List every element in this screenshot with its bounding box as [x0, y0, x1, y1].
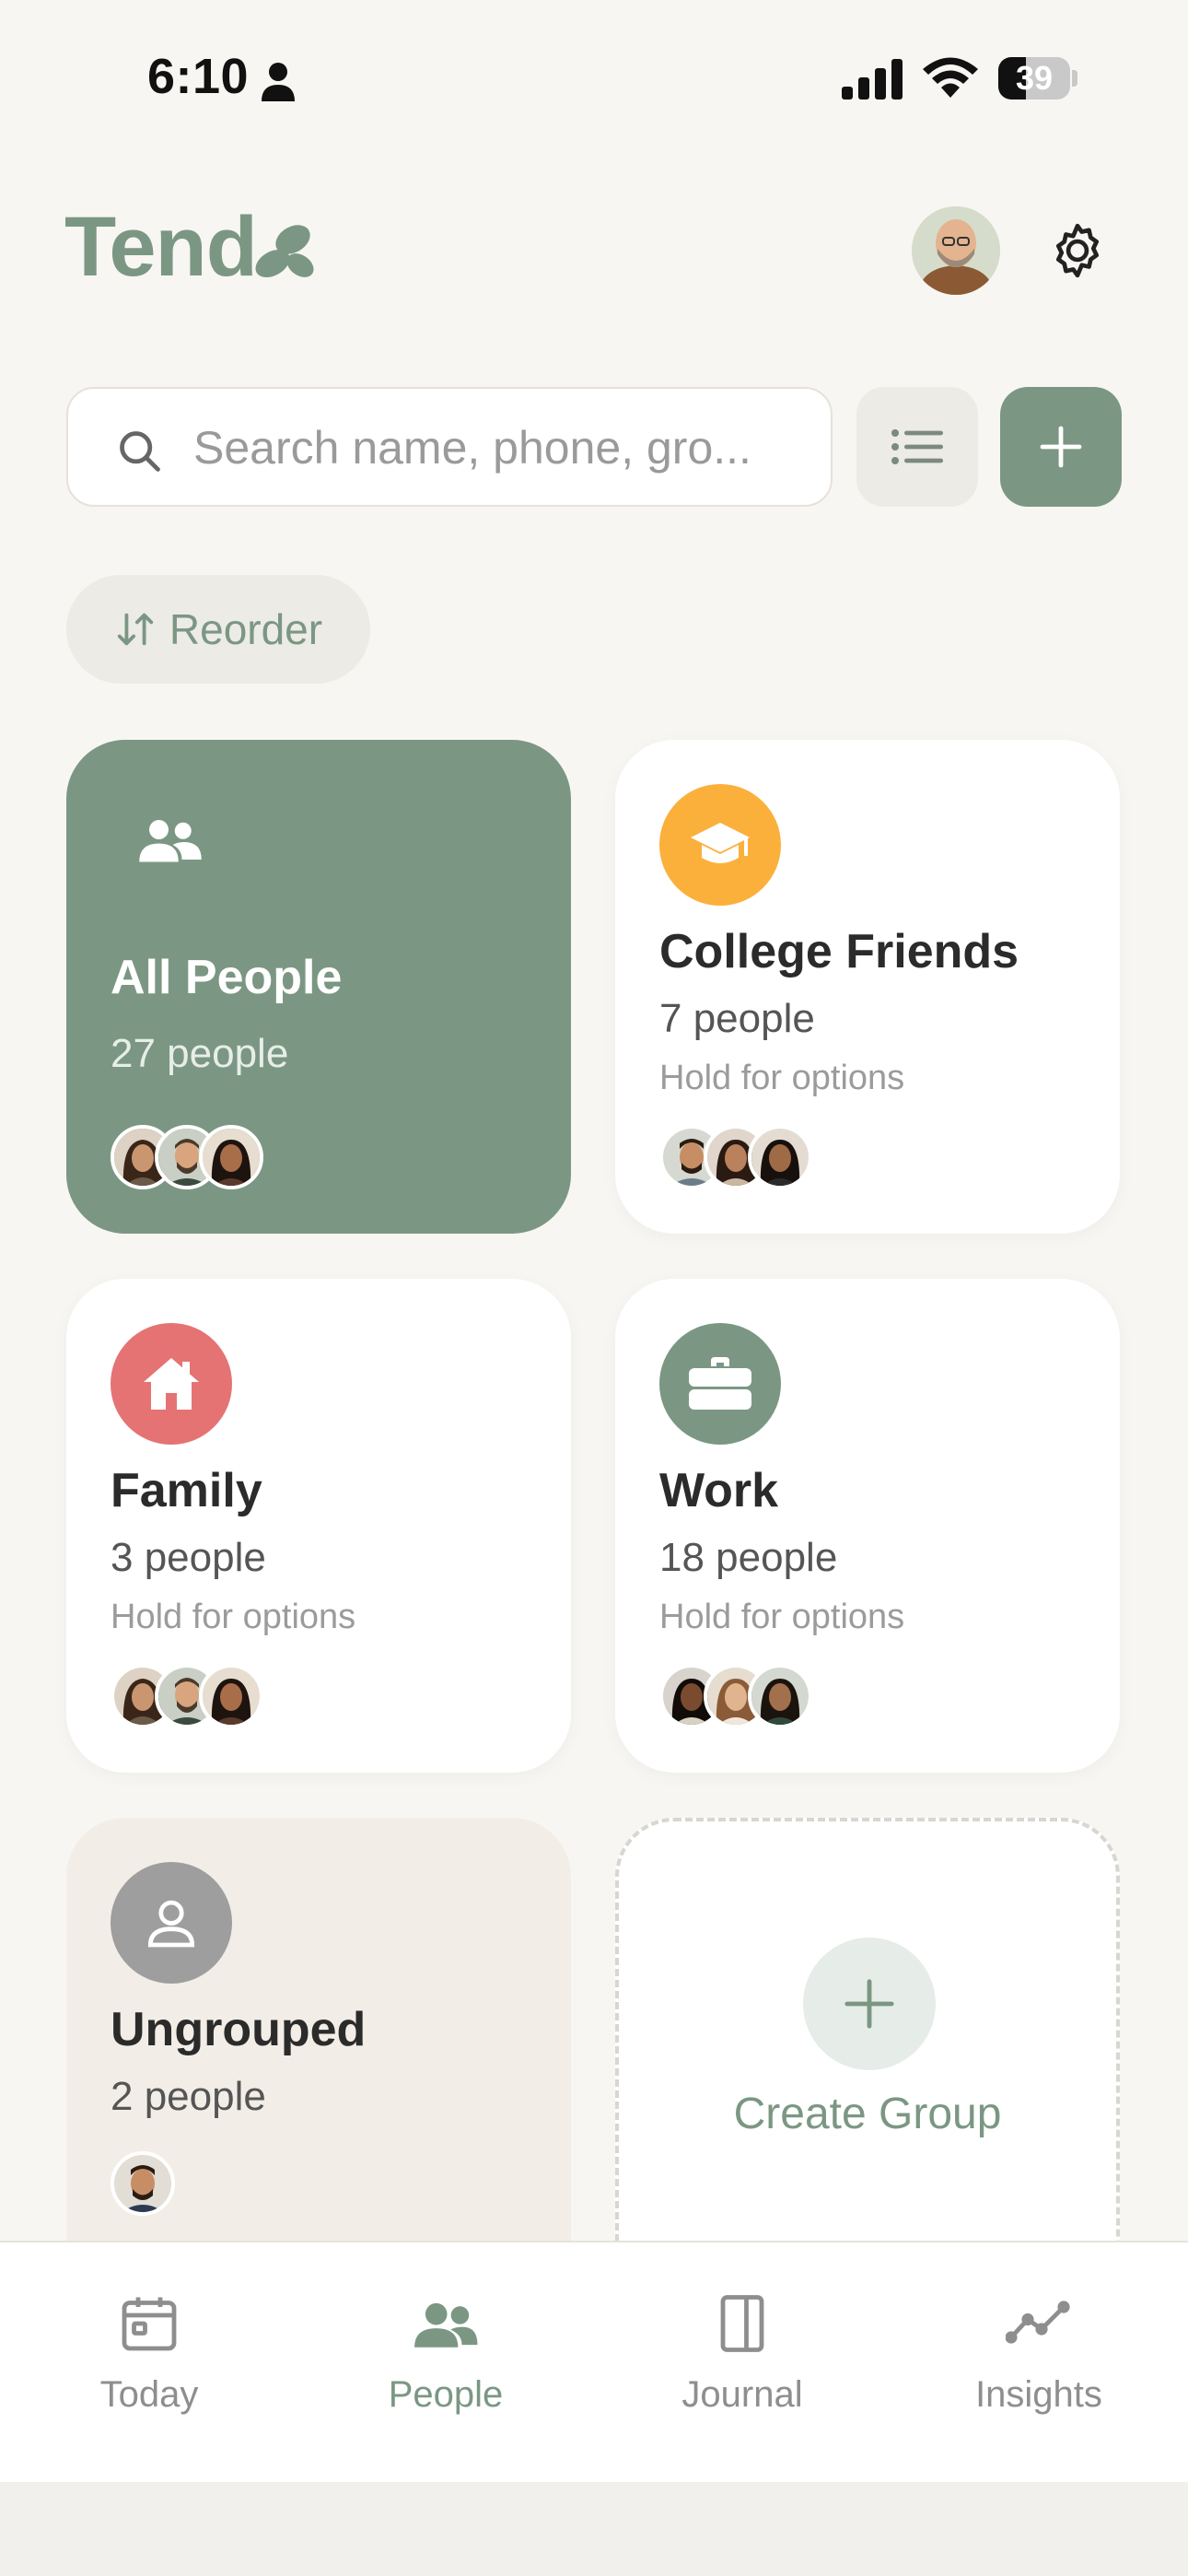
list-icon [891, 429, 943, 464]
people-icon [414, 2302, 478, 2348]
group-count: 27 people [111, 1031, 289, 1076]
group-count: 2 people [111, 2074, 266, 2119]
briefcase-icon [689, 1357, 751, 1410]
group-icon-badge [111, 1862, 232, 1984]
tab-bar: Today People Journal Insights [0, 2241, 1188, 2484]
add-person-button[interactable] [1000, 387, 1122, 507]
create-group-label: Create Group [733, 2090, 1002, 2138]
sort-arrows-icon [117, 613, 154, 646]
tab-label: Journal [681, 2374, 803, 2415]
hold-hint: Hold for options [111, 1598, 356, 1636]
group-card-college-friends[interactable]: College Friends 7 people Hold for option… [615, 740, 1120, 1234]
group-icon-badge [111, 1323, 232, 1445]
home-icon [144, 1358, 199, 1410]
book-icon [720, 2295, 764, 2352]
plus-icon [844, 1979, 894, 2029]
tab-label: Today [99, 2374, 199, 2415]
group-name: Ungrouped [111, 2003, 367, 2056]
tab-label: Insights [975, 2374, 1102, 2415]
person-status-icon [262, 63, 295, 101]
group-name: College Friends [659, 925, 1019, 978]
status-time: 6:10 [147, 49, 250, 104]
hold-hint: Hold for options [659, 1059, 905, 1097]
cellular-signal-icon [842, 59, 903, 100]
member-avatar [748, 1125, 812, 1189]
person-icon [147, 1900, 195, 1948]
graduation-cap-icon [691, 823, 750, 863]
tab-today[interactable]: Today [57, 2290, 241, 2416]
settings-button[interactable] [1041, 214, 1114, 287]
list-view-button[interactable] [856, 387, 978, 507]
group-card-work[interactable]: Work 18 people Hold for options [615, 1279, 1120, 1773]
group-count: 7 people [659, 996, 815, 1041]
reorder-label: Reorder [169, 605, 323, 653]
member-avatar [199, 1664, 263, 1728]
search-icon [120, 431, 160, 472]
tab-insights[interactable]: Insights [947, 2290, 1131, 2416]
people-icon [139, 820, 202, 862]
member-avatar [199, 1125, 263, 1189]
chart-line-icon [1005, 2301, 1070, 2344]
plus-icon [1040, 426, 1082, 468]
create-group-plus [803, 1938, 936, 2070]
hold-hint: Hold for options [659, 1598, 905, 1636]
calendar-icon [122, 2297, 177, 2351]
wifi-icon [923, 57, 978, 98]
member-avatar [111, 2151, 175, 2216]
profile-avatar[interactable] [912, 206, 1000, 295]
home-indicator-area [0, 2482, 1188, 2576]
sprout-logo-icon [255, 225, 314, 278]
tab-journal[interactable]: Journal [650, 2290, 834, 2416]
member-avatar [748, 1664, 812, 1728]
app-title: Tend [64, 200, 258, 294]
group-card-family[interactable]: Family 3 people Hold for options [66, 1279, 571, 1773]
gear-icon [1055, 223, 1100, 278]
group-count: 3 people [111, 1535, 266, 1580]
tab-label: People [388, 2374, 504, 2415]
tab-people[interactable]: People [354, 2290, 538, 2416]
search-box[interactable] [66, 387, 833, 507]
battery-indicator: 39 [998, 57, 1079, 100]
group-card-all-people[interactable]: All People 27 people [66, 740, 571, 1234]
profile-photo [912, 206, 1000, 295]
group-count: 18 people [659, 1535, 838, 1580]
group-name: Family [111, 1464, 262, 1517]
group-name: All People [111, 951, 343, 1004]
group-icon-badge [659, 1323, 781, 1445]
search-input[interactable] [192, 409, 803, 486]
battery-level: 39 [1015, 59, 1054, 97]
group-icon-badge [659, 784, 781, 906]
reorder-button[interactable]: Reorder [66, 575, 370, 684]
group-name: Work [659, 1464, 779, 1517]
